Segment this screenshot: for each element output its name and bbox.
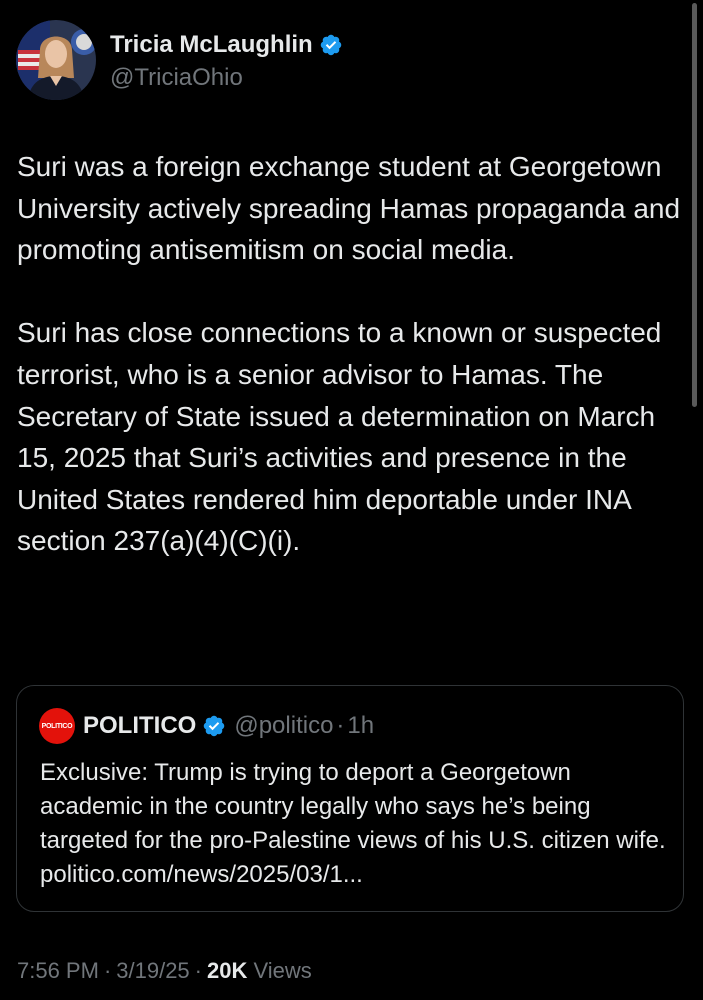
meta-separator: · <box>103 958 112 983</box>
quoted-separator: · <box>336 712 345 739</box>
quoted-post-card[interactable]: POLITICO POLITICO @politico · 1h Exclusi… <box>16 685 684 912</box>
quoted-timestamp[interactable]: 1h <box>347 712 374 740</box>
quoted-author-handle[interactable]: @politico <box>234 712 333 740</box>
author-info: Tricia McLaughlin @TriciaOhio <box>110 20 343 93</box>
politico-logo-text: POLITICO <box>41 722 73 730</box>
author-handle[interactable]: @TriciaOhio <box>110 63 343 93</box>
post-header: Tricia McLaughlin @TriciaOhio <box>16 20 343 104</box>
avatar-image <box>16 20 96 100</box>
quoted-post-header: POLITICO POLITICO @politico · 1h <box>39 708 374 744</box>
verified-badge-icon[interactable] <box>319 33 343 57</box>
post-paragraph-2: Suri has close connections to a known or… <box>17 317 662 557</box>
politico-logo-icon[interactable]: POLITICO <box>39 708 75 744</box>
meta-separator: · <box>194 958 202 983</box>
post-paragraph-1: Suri was a foreign exchange student at G… <box>17 151 681 266</box>
quoted-author-name[interactable]: POLITICO <box>83 712 196 740</box>
post-date[interactable]: 3/19/25 <box>116 958 189 983</box>
views-label: Views <box>253 958 312 983</box>
views-count: 20K <box>207 958 248 983</box>
post-meta: 7:56 PM · 3/19/25 · 20K Views <box>17 956 312 986</box>
post-time[interactable]: 7:56 PM <box>17 958 99 983</box>
quoted-post-text: Exclusive: Trump is trying to deport a G… <box>40 759 666 888</box>
author-name-row: Tricia McLaughlin <box>110 30 343 60</box>
avatar[interactable] <box>16 20 96 100</box>
author-name[interactable]: Tricia McLaughlin <box>110 30 313 60</box>
verified-badge-icon <box>202 714 226 738</box>
post-text: Suri was a foreign exchange student at G… <box>17 146 697 562</box>
